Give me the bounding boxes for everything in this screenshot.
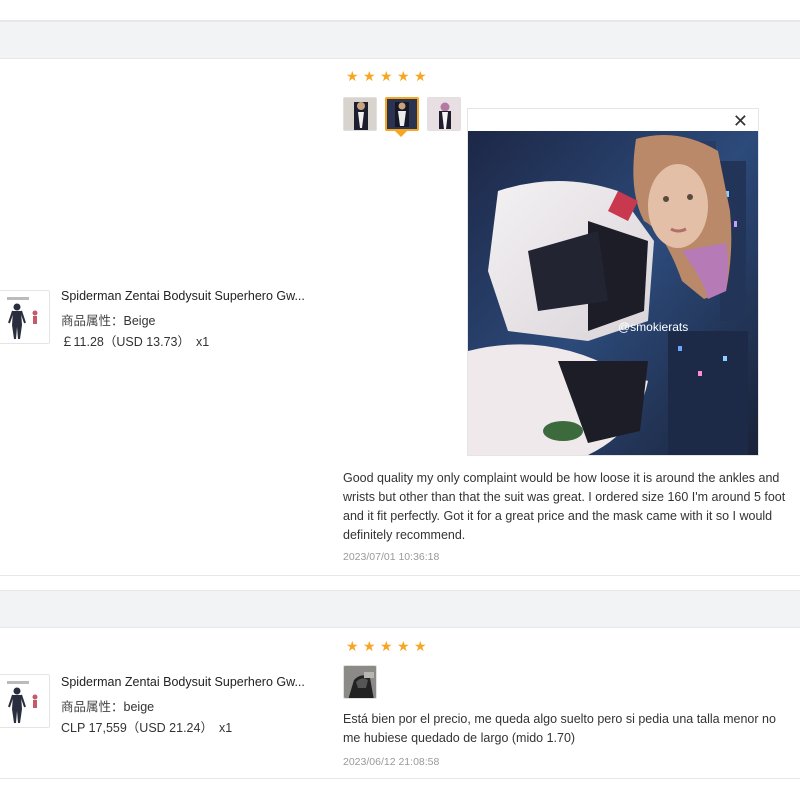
product-thumbnail[interactable] — [0, 674, 50, 728]
quantity: x1 — [218, 721, 233, 735]
review-photo-thumb[interactable] — [343, 97, 377, 131]
section-band — [0, 21, 800, 59]
review-text: Está bien por el precio, me queda algo s… — [343, 712, 776, 745]
watermark-text: @smokierats — [618, 320, 688, 334]
product-price: CLP 17,559（USD 21.24） x1 — [61, 717, 232, 736]
star-icon: ★ — [363, 68, 376, 84]
quantity: x1 — [196, 335, 210, 349]
photo-preview: ✕ @smokierats — [467, 108, 759, 456]
attribute-label: 商品属性： — [61, 314, 124, 328]
review-photo-thumbnails — [343, 665, 377, 699]
attribute-value: Beige — [123, 314, 156, 328]
review-divider — [0, 575, 800, 576]
section-band — [0, 590, 800, 628]
review-photo-thumb[interactable] — [343, 665, 377, 699]
star-icon: ★ — [346, 68, 359, 84]
review-photo-thumb-active[interactable] — [385, 97, 419, 131]
product-thumbnail[interactable] — [0, 290, 50, 344]
review-text: Good quality my only complaint would be … — [343, 471, 786, 542]
product-name[interactable]: Spiderman Zentai Bodysuit Superhero Gw..… — [61, 289, 305, 303]
review-date: 2023/07/01 10:36:18 — [343, 551, 440, 563]
star-icon: ★ — [414, 638, 427, 654]
star-icon: ★ — [363, 638, 376, 654]
product-price: ￡11.28（USD 13.73） x1 — [61, 331, 209, 350]
star-icon: ★ — [397, 638, 410, 654]
close-icon[interactable]: ✕ — [733, 112, 748, 130]
review-photo-large[interactable]: @smokierats — [468, 131, 758, 455]
review-date: 2023/06/12 21:08:58 — [343, 756, 440, 768]
product-attribute: 商品属性：Beige — [61, 310, 156, 329]
price-text: CLP 17,559（USD 21.24） — [61, 721, 213, 735]
price-text: ￡11.28（USD 13.73） — [61, 335, 190, 349]
review-photo-thumbnails — [343, 97, 461, 131]
product-attribute: 商品属性：beige — [61, 696, 154, 715]
star-icon: ★ — [346, 638, 359, 654]
active-thumb-indicator — [395, 131, 407, 137]
star-icon: ★ — [414, 68, 427, 84]
star-rating: ★ ★ ★ ★ ★ — [346, 68, 427, 84]
product-name[interactable]: Spiderman Zentai Bodysuit Superhero Gw..… — [61, 675, 305, 689]
attribute-label: 商品属性： — [61, 700, 124, 714]
star-icon: ★ — [380, 68, 393, 84]
star-icon: ★ — [397, 68, 410, 84]
review-divider — [0, 778, 800, 779]
review-photo-thumb[interactable] — [427, 97, 461, 131]
star-icon: ★ — [380, 638, 393, 654]
attribute-value: beige — [123, 700, 155, 714]
star-rating: ★ ★ ★ ★ ★ — [346, 638, 427, 654]
